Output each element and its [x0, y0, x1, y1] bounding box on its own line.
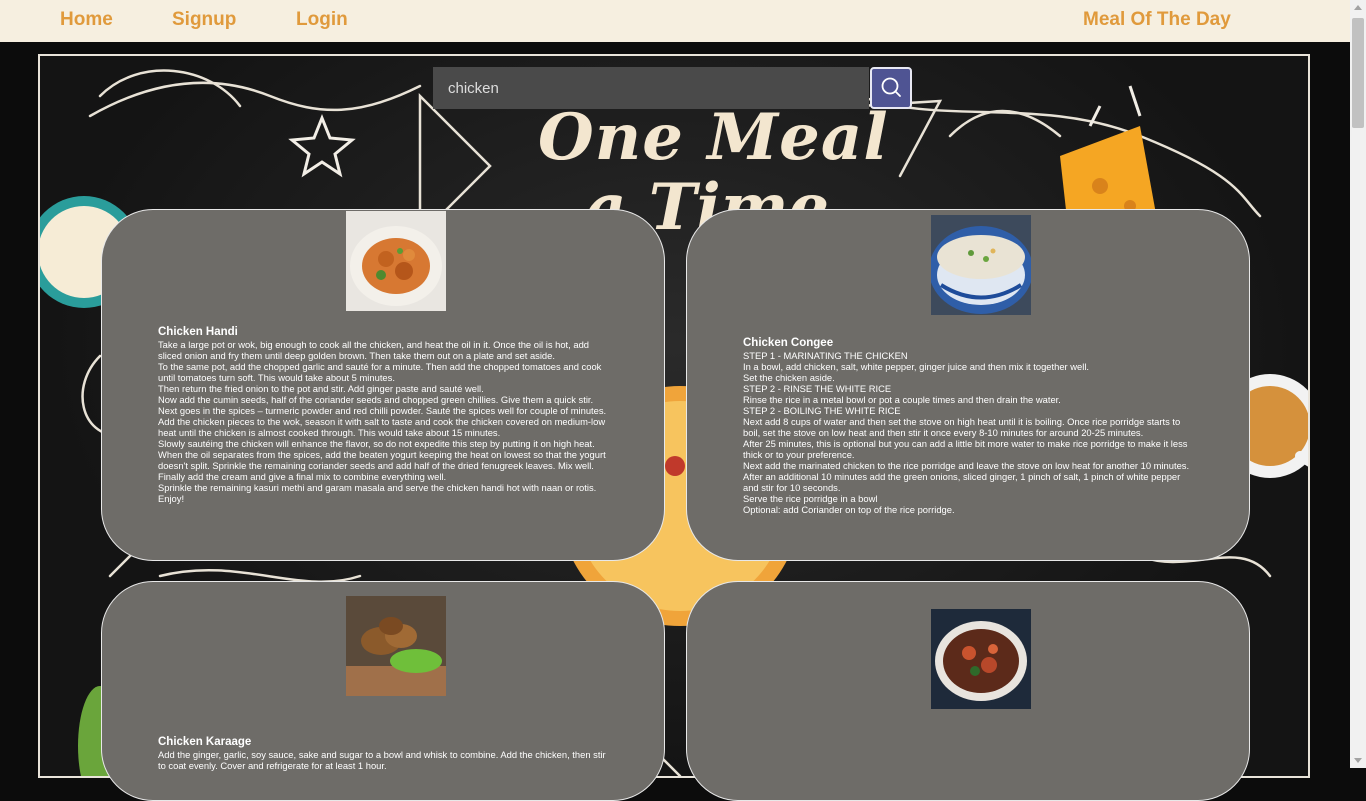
- recipe-step: Rinse the rice in a metal bowl or pot a …: [743, 394, 1061, 405]
- recipe-step: STEP 1 - MARINATING THE CHICKEN: [743, 350, 908, 361]
- recipe-card[interactable]: Chicken Congee STEP 1 - MARINATING THE C…: [686, 209, 1250, 561]
- chicken-handi-photo[interactable]: [346, 211, 446, 311]
- recipe-step: Sprinkle the remaining kasuri methi and …: [158, 482, 597, 504]
- recipe-title: Chicken Congee: [743, 337, 834, 349]
- recipe-card[interactable]: Chicken Karaage Add the ginger, garlic, …: [101, 581, 665, 801]
- chicken-dish-photo[interactable]: [931, 609, 1031, 709]
- recipe-step: Take a large pot or wok, big enough to c…: [158, 339, 589, 361]
- banner-title-line1: One Meal: [538, 100, 889, 175]
- nav-meal-of-the-day-link[interactable]: Meal Of The Day: [1083, 9, 1231, 31]
- top-nav: Home Signup Login Meal Of The Day: [0, 0, 1350, 42]
- search-icon: [881, 77, 901, 97]
- recipe-step: STEP 2 - BOILING THE WHITE RICE: [743, 405, 901, 416]
- recipe-content: Chicken Karaage Add the ginger, garlic, …: [158, 736, 610, 771]
- search-input[interactable]: [433, 67, 869, 109]
- recipe-step: Next goes in the spices – turmeric powde…: [158, 405, 607, 416]
- recipe-card[interactable]: [686, 581, 1250, 801]
- recipe-step: Next add the marinated chicken to the ri…: [743, 460, 1190, 471]
- nav-signup-link[interactable]: Signup: [172, 9, 236, 31]
- scroll-up-arrow-icon[interactable]: [1354, 5, 1362, 10]
- nav-login-link[interactable]: Login: [296, 9, 348, 31]
- recipe-step: In a bowl, add chicken, salt, white pepp…: [743, 361, 1090, 372]
- scroll-down-arrow-icon[interactable]: [1354, 758, 1362, 763]
- recipe-title: Chicken Handi: [158, 326, 238, 338]
- recipe-step: After 25 minutes, this is optional but y…: [743, 438, 1188, 460]
- scrollbar-thumb[interactable]: [1352, 18, 1364, 128]
- recipe-step: Next add 8 cups of water and then set th…: [743, 416, 1181, 438]
- recipe-step: Finally add the cream and give a final m…: [158, 471, 447, 482]
- recipe-card[interactable]: Chicken Handi Take a large pot or wok, b…: [101, 209, 665, 561]
- recipe-step: When the oil separates from the spices, …: [158, 449, 606, 471]
- recipe-step: Add the chicken pieces to the wok, seaso…: [158, 416, 606, 438]
- page-scrollbar[interactable]: [1350, 0, 1366, 768]
- recipe-content: Chicken Congee STEP 1 - MARINATING THE C…: [743, 337, 1195, 515]
- recipe-step: Set the chicken aside.: [743, 372, 835, 383]
- recipe-step: Now add the cumin seeds, half of the cor…: [158, 394, 594, 405]
- recipe-step: Then return the fried onion to the pot a…: [158, 383, 484, 394]
- recipe-step: STEP 2 - RINSE THE WHITE RICE: [743, 383, 892, 394]
- chicken-karaage-photo[interactable]: [346, 596, 446, 696]
- search-button[interactable]: [870, 67, 912, 109]
- search-bar: [433, 67, 913, 109]
- recipe-step: To the same pot, add the chopped garlic …: [158, 361, 602, 383]
- chicken-congee-photo[interactable]: [931, 215, 1031, 315]
- recipe-content: Chicken Handi Take a large pot or wok, b…: [158, 326, 610, 504]
- recipe-step: Optional: add Coriander on top of the ri…: [743, 504, 955, 515]
- recipe-title: Chicken Karaage: [158, 736, 252, 748]
- recipe-step: Serve the rice porridge in a bowl: [743, 493, 878, 504]
- recipe-step: After an additional 10 minutes add the g…: [743, 471, 1181, 493]
- nav-home-link[interactable]: Home: [60, 9, 113, 31]
- recipe-step: Slowly sautéing the chicken will enhance…: [158, 438, 595, 449]
